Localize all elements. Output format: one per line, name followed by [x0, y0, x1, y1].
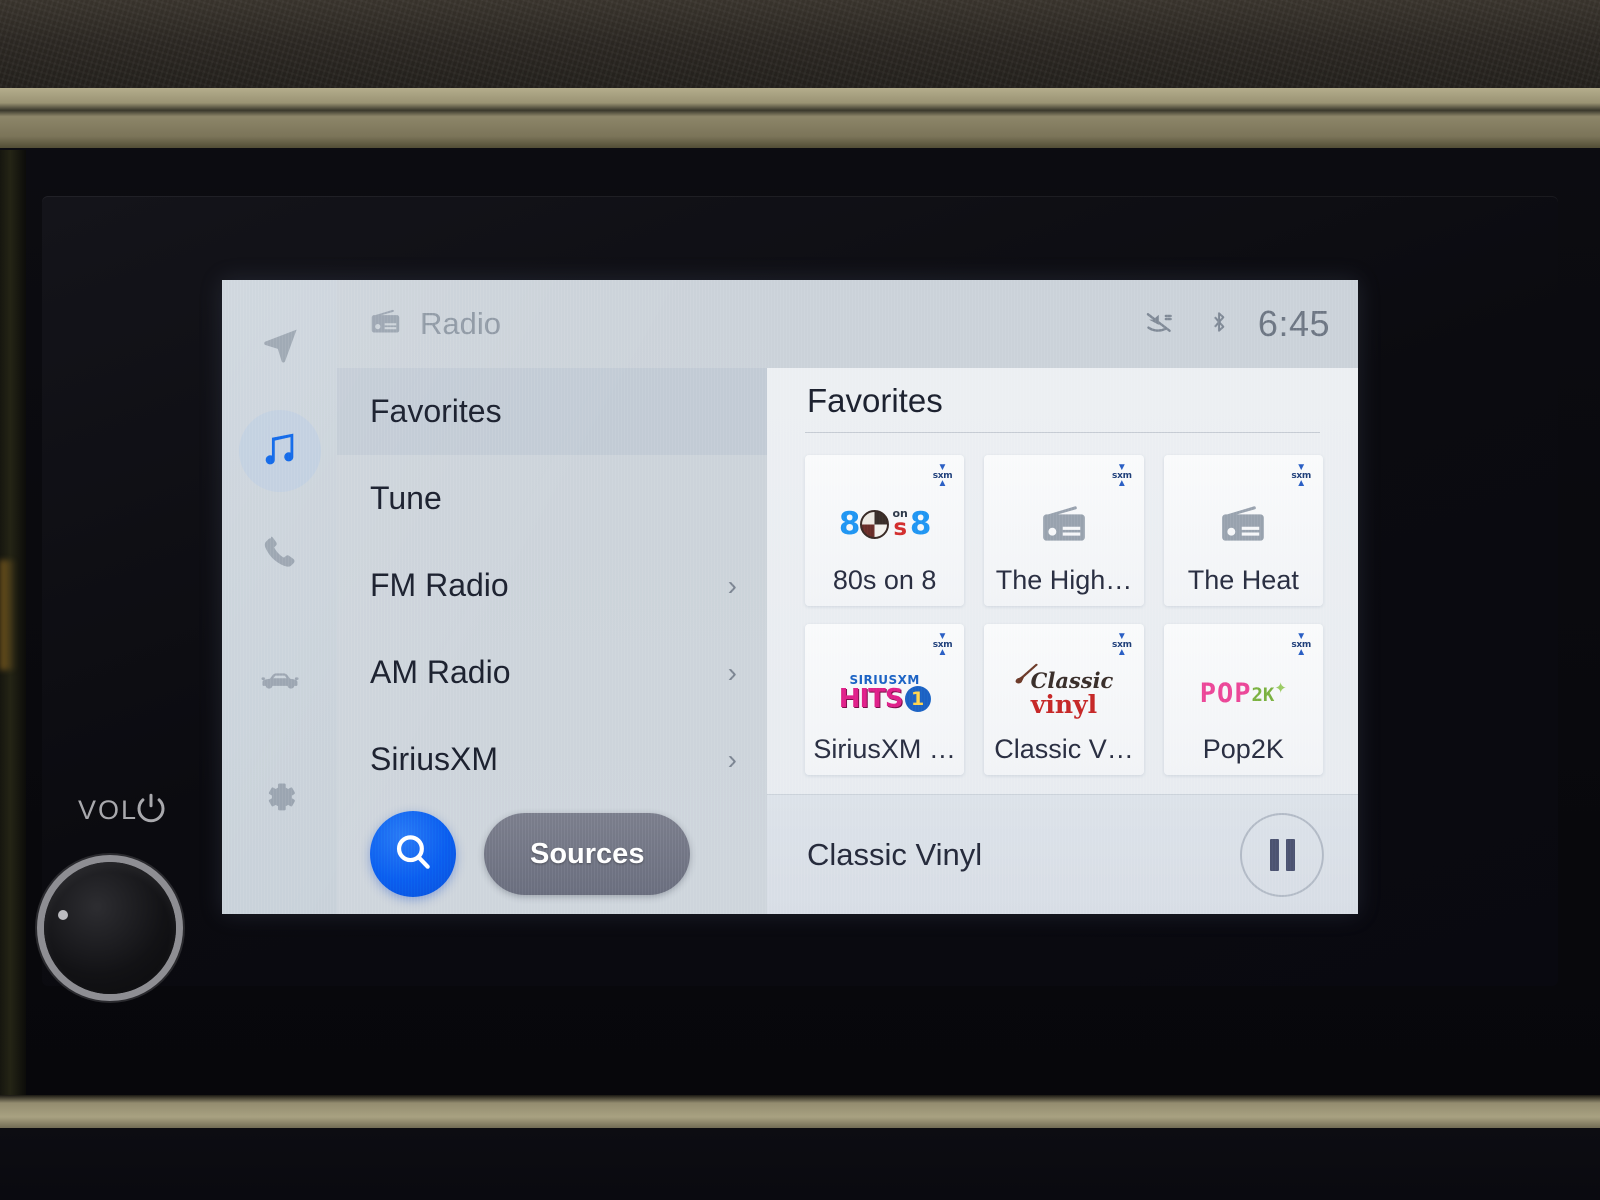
pause-button[interactable]: [1240, 812, 1324, 897]
chevron-right-icon: ›: [727, 656, 737, 688]
radio-icon: [369, 305, 402, 343]
sidebar-item-media[interactable]: [238, 410, 321, 492]
logo-80s-on-8: 8 on s 8: [838, 506, 932, 542]
logo-classic-vinyl: Classic vinyl: [984, 663, 1143, 722]
music-note-icon: [259, 428, 301, 475]
sxm-badge-bottom: ▲: [937, 647, 948, 659]
search-button[interactable]: [370, 811, 456, 897]
sidebar-item-vehicle[interactable]: [239, 638, 321, 720]
sxm-badge-icon: ▼ sxm ▲: [933, 632, 953, 659]
menu-item-label: AM Radio: [370, 654, 511, 690]
favorite-tile[interactable]: ▼ sxm ▲ POP 2K ✦ Pop2K: [1163, 624, 1323, 775]
power-icon[interactable]: [133, 790, 169, 826]
sxm-badge-icon: ▼ sxm ▲: [1112, 632, 1132, 659]
content-title: Favorites: [807, 382, 943, 419]
sxm-badge-icon: ▼ sxm ▲: [933, 463, 953, 490]
favorite-tile-label: The Heat: [1187, 565, 1299, 595]
sxm-badge-bottom: ▲: [937, 478, 948, 490]
clock: 6:45: [1257, 303, 1330, 344]
menu-action-bar: Sources: [337, 794, 767, 914]
radio-generic-icon: [984, 495, 1143, 553]
favorite-tile-label: 80s on 8: [832, 565, 937, 595]
sidebar-item-settings[interactable]: [239, 758, 321, 840]
search-icon: [391, 830, 435, 879]
menu-header-title: Radio: [420, 306, 501, 341]
app-rail: [222, 280, 337, 914]
favorite-tile-label: Classic V…: [994, 734, 1134, 764]
logo-siriusxm-hits-1: SIRIUSXM HITS 1: [805, 664, 964, 722]
chevron-right-icon: ›: [727, 569, 737, 601]
sxm-badge-bottom: ▲: [1116, 478, 1127, 490]
ambient-light-glow: [0, 560, 16, 670]
menu-header: Radio: [337, 280, 767, 368]
source-menu-list: Favorites Tune FM Radio › AM Radio › Sir…: [337, 368, 767, 803]
sxm-badge-icon: ▼ sxm ▲: [1291, 463, 1311, 490]
menu-item-label: FM Radio: [370, 567, 509, 603]
menu-item-label: Tune: [370, 480, 442, 516]
sxm-badge-bottom: ▲: [1116, 647, 1127, 659]
favorite-tile[interactable]: ▼ sxm ▲ SIRIUSXM HITS 1 SiriusXM …: [805, 624, 965, 775]
favorites-grid: ▼ sxm ▲ 8 on s 8 80s on 8 ▼ sxm ▲ The Hi…: [767, 433, 1358, 775]
menu-item-siriusxm[interactable]: SiriusXM ›: [337, 716, 767, 803]
source-menu-column: Radio Favorites Tune FM Radio › AM Radio: [337, 280, 767, 914]
radio-generic-icon: [1164, 495, 1323, 553]
menu-item-label: SiriusXM: [370, 741, 499, 777]
logo-pop2k: POP 2K ✦: [1199, 677, 1287, 709]
dashboard-trim-upper: [0, 88, 1600, 150]
favorite-tile-label: SiriusXM …: [813, 734, 956, 764]
favorite-tile-label: Pop2K: [1202, 734, 1284, 764]
favorite-tile[interactable]: ▼ sxm ▲ The Heat: [1163, 455, 1323, 606]
favorite-tile[interactable]: ▼ sxm ▲ 8 on s 8 80s on 8: [805, 455, 965, 606]
volume-knob[interactable]: [44, 862, 176, 994]
sxm-badge-bottom: ▲: [1296, 647, 1307, 659]
menu-item-fm-radio[interactable]: FM Radio ›: [337, 542, 767, 629]
favorite-tile[interactable]: ▼ sxm ▲ Classic vinyl Classic V…: [984, 624, 1144, 775]
volume-mute-icon: [1142, 306, 1180, 343]
sources-button[interactable]: Sources: [484, 813, 691, 895]
dashboard-leather-top: [0, 0, 1600, 92]
menu-item-favorites[interactable]: Favorites: [337, 368, 767, 455]
pause-icon: [1285, 838, 1295, 871]
bluetooth-icon: [1206, 305, 1232, 344]
menu-item-tune[interactable]: Tune: [337, 455, 767, 542]
sxm-badge-icon: ▼ sxm ▲: [1112, 463, 1132, 490]
favorite-tile[interactable]: ▼ sxm ▲ The High…: [984, 455, 1144, 606]
sxm-badge-bottom: ▲: [1296, 478, 1307, 490]
chevron-right-icon: ›: [727, 743, 737, 775]
sxm-badge-icon: ▼ sxm ▲: [1291, 632, 1311, 659]
favorite-tile-label: The High…: [995, 565, 1133, 595]
now-playing-bar: Classic Vinyl: [767, 794, 1358, 914]
menu-item-label: Favorites: [370, 393, 502, 429]
phone-icon: [260, 533, 300, 578]
sidebar-item-phone[interactable]: [239, 514, 321, 596]
sidebar-item-navigation[interactable]: [239, 306, 321, 388]
status-bar: 6:45: [767, 280, 1358, 368]
gear-icon: [260, 777, 300, 822]
now-playing-title: Classic Vinyl: [807, 836, 983, 872]
car-icon: [259, 656, 301, 703]
infotainment-screen: Radio Favorites Tune FM Radio › AM Radio: [222, 280, 1358, 914]
volume-label: VOL: [78, 795, 139, 825]
pause-icon: [1269, 838, 1279, 871]
menu-item-am-radio[interactable]: AM Radio ›: [337, 629, 767, 716]
content-pane: 6:45 Favorites ▼ sxm ▲ 8 on s 8 80s on 8…: [767, 280, 1358, 914]
navigation-arrow-icon: [259, 324, 301, 371]
dashboard-lower-panel: [0, 1128, 1600, 1200]
car-dashboard: VOL Radio Favorites Tune FM Radio › AM R…: [0, 0, 1600, 1200]
